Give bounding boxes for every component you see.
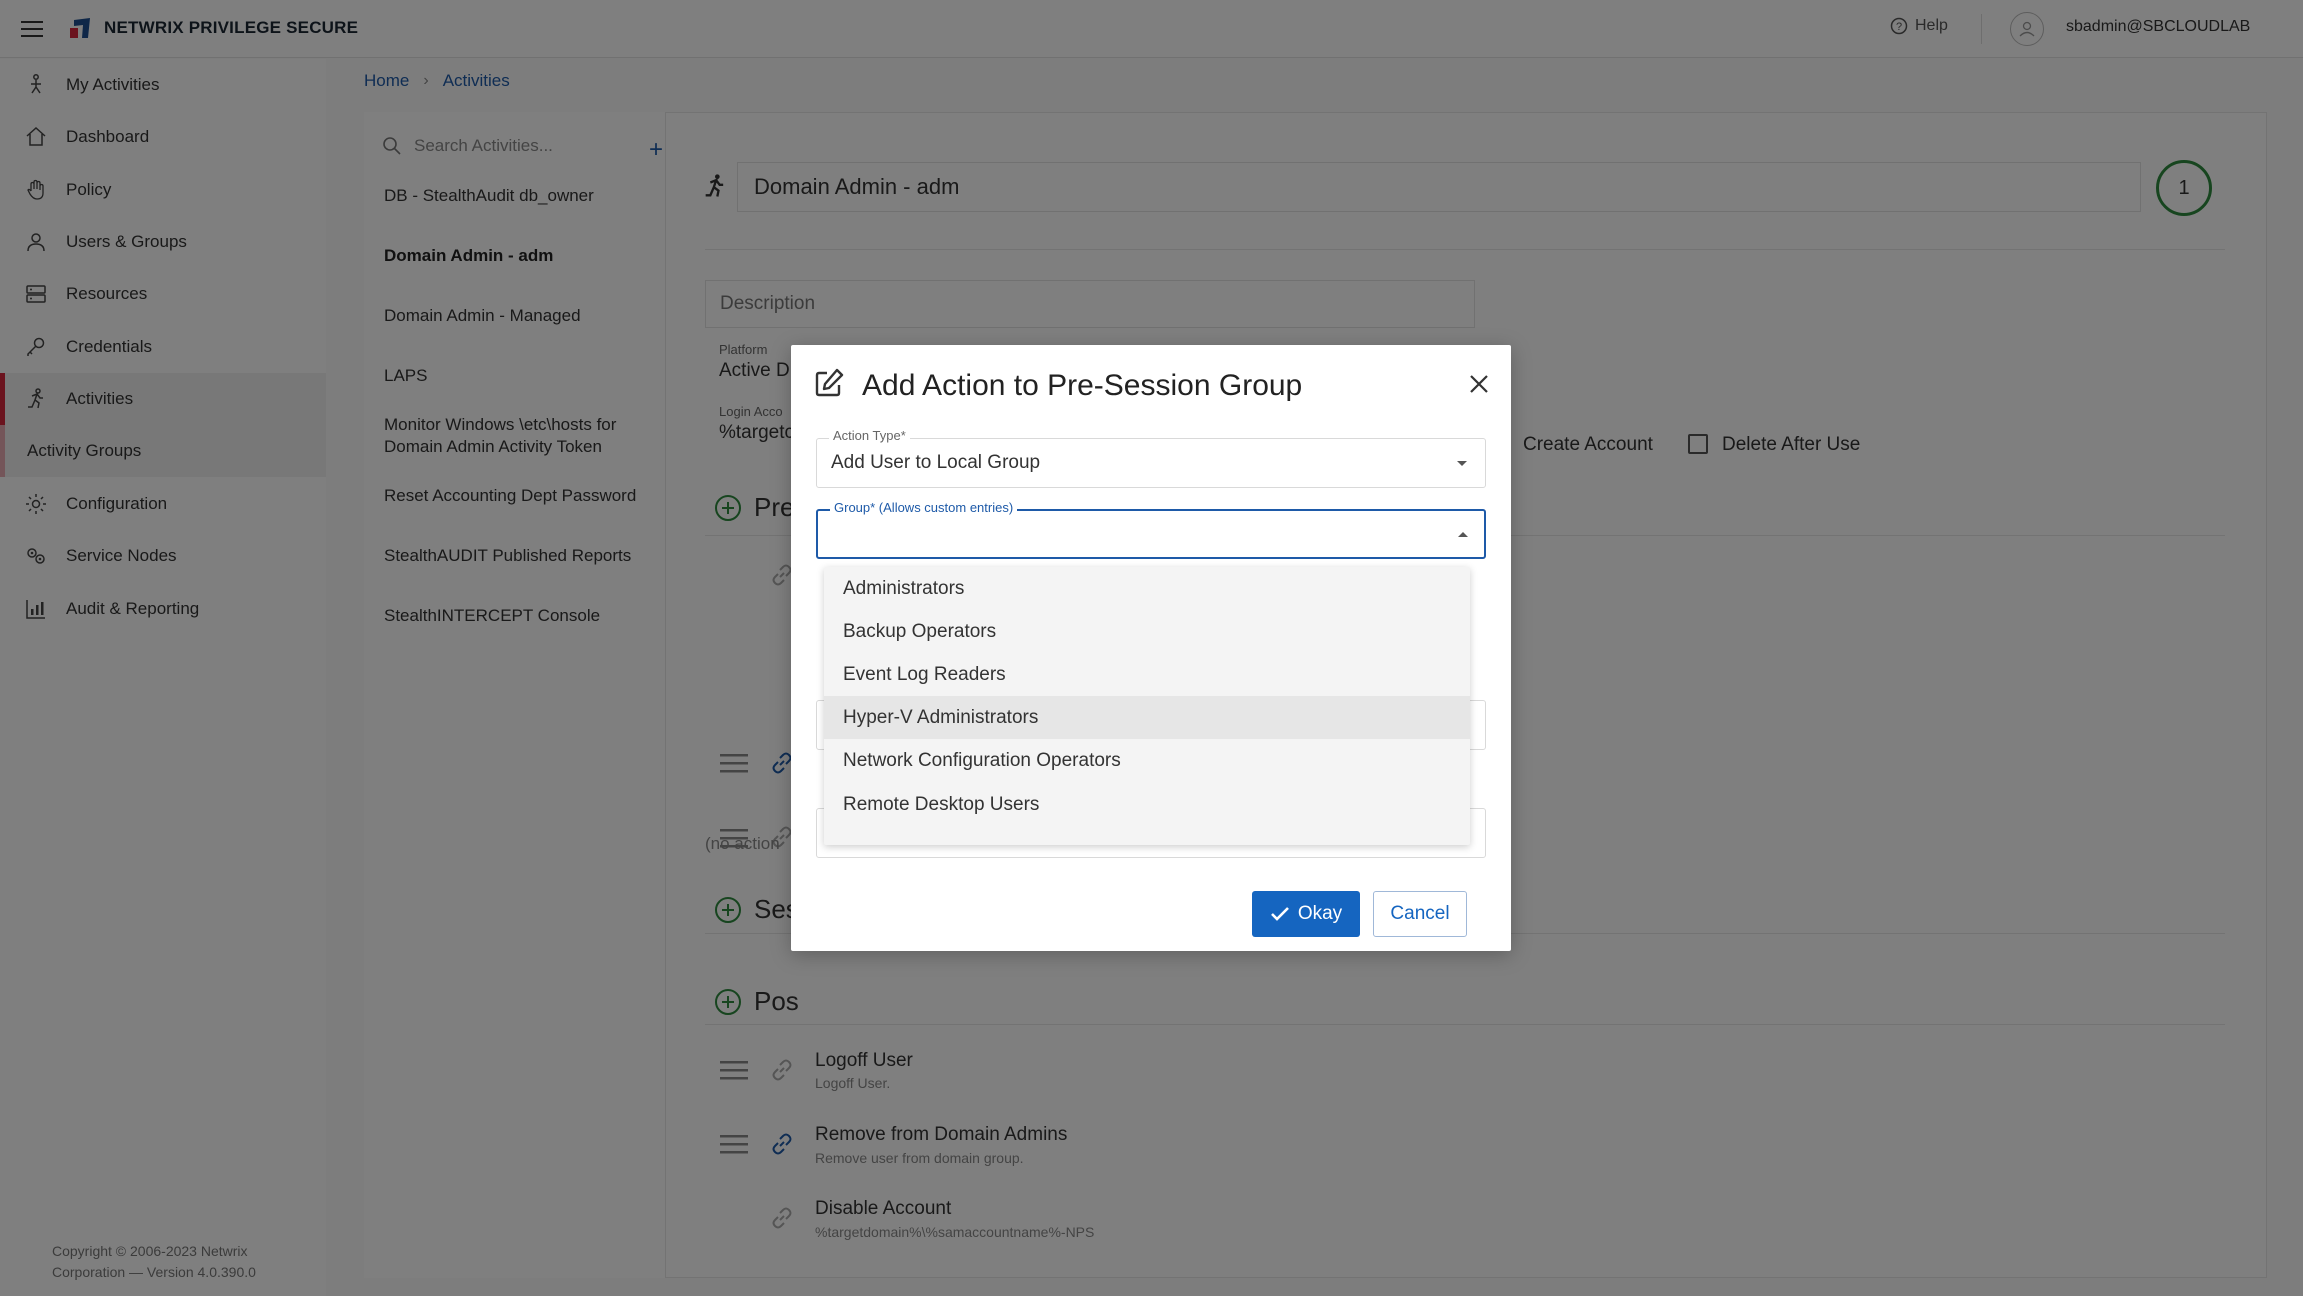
group-options-list: Administrators Backup Operators Event Lo… — [824, 567, 1470, 845]
close-icon[interactable] — [1464, 369, 1494, 399]
okay-label: Okay — [1297, 903, 1343, 924]
cancel-button[interactable]: Cancel — [1373, 891, 1467, 937]
action-type-label: Action Type* — [829, 428, 910, 443]
group-combobox[interactable]: Group* (Allows custom entries) — [816, 500, 1486, 559]
group-option[interactable]: Remote Desktop Users — [824, 783, 1470, 826]
group-input[interactable] — [832, 521, 1432, 549]
caret-up-icon — [1456, 529, 1470, 539]
group-option[interactable]: Administrators — [824, 567, 1470, 610]
caret-down-icon — [1455, 459, 1469, 469]
group-option-hovered[interactable]: Hyper-V Administrators — [824, 696, 1470, 739]
action-type-value: Add User to Local Group — [831, 452, 1041, 473]
action-type-select[interactable]: Action Type* Add User to Local Group — [816, 428, 1486, 488]
group-option[interactable]: Event Log Readers — [824, 653, 1470, 696]
dialog-title: Add Action to Pre-Session Group — [862, 369, 1303, 402]
group-option[interactable]: Network Configuration Operators — [824, 739, 1470, 782]
group-option[interactable]: Backup Operators — [824, 610, 1470, 653]
check-icon — [1270, 906, 1290, 922]
edit-icon — [813, 367, 845, 399]
add-action-dialog: Add Action to Pre-Session Group Action T… — [791, 345, 1511, 951]
okay-button[interactable]: Okay — [1252, 891, 1360, 937]
group-label: Group* (Allows custom entries) — [830, 500, 1018, 515]
